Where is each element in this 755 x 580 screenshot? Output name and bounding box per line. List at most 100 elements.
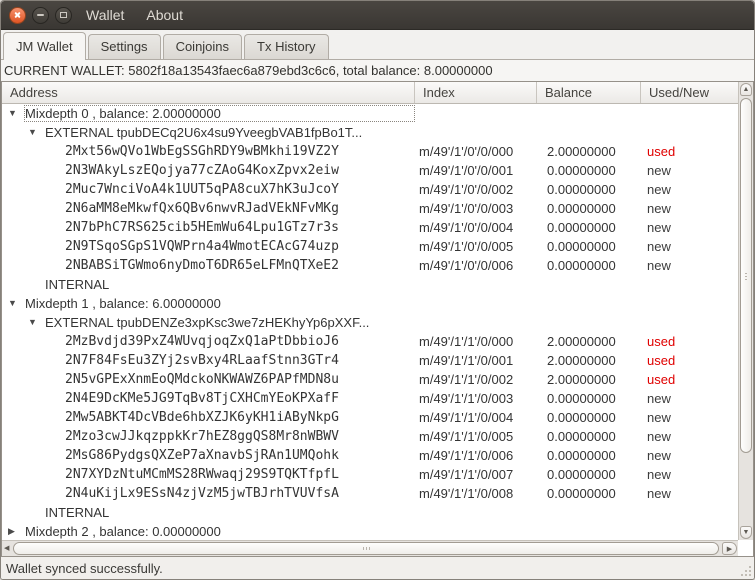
address-text: 2MzBvdjd39PxZ4WUvqjoqZxQ1aPtDbbioJ6 bbox=[65, 334, 339, 349]
vertical-scrollbar-thumb[interactable] bbox=[740, 98, 752, 453]
tree-row[interactable]: 2N7bPhC7RS625cib5HEmWu64Lpu1GTz7r3s m/49'… bbox=[2, 218, 738, 237]
expand-arrow-icon[interactable]: ▼ bbox=[7, 295, 24, 312]
address-text: 2Mw5ABKT4DcVBde6hbXZJK6yKH1iAByNkpG bbox=[65, 410, 339, 425]
tree-row[interactable]: 2Mzo3cwJJkqzppkKr7hEZ8ggQS8Mr8nWBWV m/49'… bbox=[2, 427, 738, 446]
address-cell: 2N7XYDzNtuMCmMS28RWwaqj29S9TQKTfpfL bbox=[2, 466, 415, 483]
address-cell: 2N7F84FsEu3ZYj2svBxy4RLaafStnn3GTr4 bbox=[2, 352, 415, 369]
column-header-used-new[interactable]: Used/New bbox=[641, 82, 753, 103]
tab-settings[interactable]: Settings bbox=[87, 34, 161, 59]
tree-row[interactable]: 2Mw5ABKT4DcVBde6hbXZJK6yKH1iAByNkpG m/49'… bbox=[2, 408, 738, 427]
used-new-cell: new bbox=[647, 429, 671, 444]
tab-bar: JM Wallet Settings Coinjoins Tx History bbox=[1, 30, 754, 60]
balance-cell: 2.00000000 bbox=[547, 372, 616, 387]
tree-row[interactable]: 2N3WAkyLszEQojya77cZAoG4KoxZpvx2eiw m/49'… bbox=[2, 161, 738, 180]
scroll-left-icon[interactable]: ◀ bbox=[4, 543, 9, 554]
tree-row[interactable]: 2N5vGPExXnmEoQMdckoNKWAWZ6PAPfMDN8u m/49'… bbox=[2, 370, 738, 389]
tree-row[interactable]: ▼ EXTERNAL tpubDECq2U6x4su9YveegbVAB1fpBo… bbox=[2, 123, 738, 142]
column-header-balance[interactable]: Balance bbox=[537, 82, 641, 103]
vertical-scrollbar[interactable]: ▲ ▼ bbox=[738, 82, 753, 540]
row-label: EXTERNAL tpubDECq2U6x4su9YveegbVAB1fpBo1… bbox=[45, 125, 363, 140]
tab-jm-wallet[interactable]: JM Wallet bbox=[3, 32, 86, 60]
address-cell: 2Mzo3cwJJkqzppkKr7hEZ8ggQS8Mr8nWBWV bbox=[2, 428, 415, 445]
tree-row[interactable]: 2Muc7WnciVoA4k1UUT5qPA8cuX7hK3uJcoY m/49'… bbox=[2, 180, 738, 199]
address-text: 2NBABSiTGWmo6nyDmoT6DR65eLFMnQTXeE2 bbox=[65, 258, 339, 273]
tree-row[interactable]: ▶ Mixdepth 2 , balance: 0.00000000 bbox=[2, 522, 738, 540]
index-cell: m/49'/1'/0'/0/006 bbox=[419, 258, 514, 273]
expand-arrow-icon[interactable]: ▼ bbox=[27, 124, 44, 141]
row-label: Mixdepth 1 , balance: 6.00000000 bbox=[25, 296, 221, 311]
balance-cell: 2.00000000 bbox=[547, 144, 616, 159]
row-label: EXTERNAL tpubDENZe3xpKsc3we7zHEKhyYp6pXX… bbox=[45, 315, 370, 330]
index-cell: m/49'/1'/1'/0/004 bbox=[419, 410, 514, 425]
tree-row[interactable]: 2N6aMM8eMkwfQx6QBv6nwvRJadVEkNFvMKg m/49'… bbox=[2, 199, 738, 218]
used-new-cell: new bbox=[647, 258, 671, 273]
tree-row[interactable]: 2N4uKijLx9ESsN4zjVzM5jwTBJrhTVUVfsA m/49'… bbox=[2, 484, 738, 503]
minimize-icon[interactable] bbox=[32, 6, 49, 24]
tree-row[interactable]: 2Mxt56wQVo1WbEgSSGhRDY9wBMkhi19VZ2Y m/49'… bbox=[2, 142, 738, 161]
expand-arrow-icon[interactable]: ▼ bbox=[7, 105, 24, 122]
address-cell: 2NBABSiTGWmo6nyDmoT6DR65eLFMnQTXeE2 bbox=[2, 257, 415, 274]
tree-row[interactable]: INTERNAL bbox=[2, 503, 738, 522]
column-header-index[interactable]: Index bbox=[415, 82, 537, 103]
address-cell: ▼ EXTERNAL tpubDECq2U6x4su9YveegbVAB1fpBo… bbox=[2, 124, 415, 141]
horizontal-scrollbar[interactable]: ◀ ▶ bbox=[2, 540, 738, 556]
address-cell: 2N3WAkyLszEQojya77cZAoG4KoxZpvx2eiw bbox=[2, 162, 415, 179]
address-cell: 2Mxt56wQVo1WbEgSSGhRDY9wBMkhi19VZ2Y bbox=[2, 143, 415, 160]
balance-cell: 2.00000000 bbox=[547, 353, 616, 368]
balance-cell: 2.00000000 bbox=[547, 334, 616, 349]
balance-cell: 0.00000000 bbox=[547, 410, 616, 425]
balance-cell: 0.00000000 bbox=[547, 201, 616, 216]
tree-row[interactable]: 2NBABSiTGWmo6nyDmoT6DR65eLFMnQTXeE2 m/49'… bbox=[2, 256, 738, 275]
tree-row[interactable]: ▼ Mixdepth 1 , balance: 6.00000000 bbox=[2, 294, 738, 313]
balance-cell: 0.00000000 bbox=[547, 258, 616, 273]
titlebar: Wallet About bbox=[1, 1, 754, 30]
maximize-icon[interactable] bbox=[55, 6, 72, 24]
tree-row[interactable]: INTERNAL bbox=[2, 275, 738, 294]
used-new-cell: new bbox=[647, 239, 671, 254]
address-text: 2N7bPhC7RS625cib5HEmWu64Lpu1GTz7r3s bbox=[65, 220, 339, 235]
close-icon[interactable] bbox=[9, 6, 26, 24]
address-text: 2N4uKijLx9ESsN4zjVzM5jwTBJrhTVUVfsA bbox=[65, 486, 339, 501]
address-cell: 2N7bPhC7RS625cib5HEmWu64Lpu1GTz7r3s bbox=[2, 219, 415, 236]
used-new-cell: used bbox=[647, 334, 676, 349]
index-cell: m/49'/1'/1'/0/008 bbox=[419, 486, 514, 501]
horizontal-scrollbar-thumb[interactable] bbox=[13, 542, 719, 555]
used-new-cell: new bbox=[647, 486, 671, 501]
address-cell: 2N4E9DcKMe5JG9TqBv8TjCXHCmYEoKPXafF bbox=[2, 390, 415, 407]
tree-row[interactable]: 2N4E9DcKMe5JG9TqBv8TjCXHCmYEoKPXafF m/49'… bbox=[2, 389, 738, 408]
address-text: 2N6aMM8eMkwfQx6QBv6nwvRJadVEkNFvMKg bbox=[65, 201, 339, 216]
status-message: Wallet synced successfully. bbox=[6, 560, 163, 576]
tab-coinjoins[interactable]: Coinjoins bbox=[162, 34, 243, 59]
row-label: INTERNAL bbox=[45, 505, 110, 520]
tree-row[interactable]: 2N9TSqoSGpS1VQWPrn4a4WmotECAcG74uzp m/49'… bbox=[2, 237, 738, 256]
menu-wallet[interactable]: Wallet bbox=[78, 4, 132, 26]
column-header-address[interactable]: Address bbox=[2, 82, 415, 103]
balance-cell: 0.00000000 bbox=[547, 391, 616, 406]
tree-row[interactable]: ▼ Mixdepth 0 , balance: 2.00000000 bbox=[2, 104, 738, 123]
index-cell: m/49'/1'/0'/0/002 bbox=[419, 182, 514, 197]
collapse-arrow-icon[interactable]: ▶ bbox=[7, 523, 24, 540]
scroll-right-icon[interactable]: ▶ bbox=[722, 542, 737, 555]
current-wallet-summary: CURRENT WALLET: 5802f18a13543faec6a879eb… bbox=[4, 63, 493, 78]
tree-row[interactable]: 2MzBvdjd39PxZ4WUvqjoqZxQ1aPtDbbioJ6 m/49'… bbox=[2, 332, 738, 351]
tree-row[interactable]: 2MsG86PydgsQXZeP7aXnavbSjRAn1UMQohk m/49'… bbox=[2, 446, 738, 465]
index-cell: m/49'/1'/1'/0/007 bbox=[419, 467, 514, 482]
scroll-down-icon[interactable]: ▼ bbox=[740, 526, 752, 539]
menu-about[interactable]: About bbox=[138, 4, 191, 26]
address-cell: 2N6aMM8eMkwfQx6QBv6nwvRJadVEkNFvMKg bbox=[2, 200, 415, 217]
tree-row[interactable]: 2N7F84FsEu3ZYj2svBxy4RLaafStnn3GTr4 m/49'… bbox=[2, 351, 738, 370]
tab-tx-history[interactable]: Tx History bbox=[244, 34, 329, 59]
expand-arrow-icon[interactable]: ▼ bbox=[27, 314, 44, 331]
address-text: 2Mzo3cwJJkqzppkKr7hEZ8ggQS8Mr8nWBWV bbox=[65, 429, 339, 444]
address-text: 2Muc7WnciVoA4k1UUT5qPA8cuX7hK3uJcoY bbox=[65, 182, 339, 197]
tree-row[interactable]: 2N7XYDzNtuMCmMS28RWwaqj29S9TQKTfpfL m/49'… bbox=[2, 465, 738, 484]
address-cell: ▼ Mixdepth 0 , balance: 2.00000000 bbox=[2, 105, 415, 122]
resize-grip[interactable] bbox=[741, 566, 751, 576]
index-cell: m/49'/1'/1'/0/006 bbox=[419, 448, 514, 463]
balance-cell: 0.00000000 bbox=[547, 163, 616, 178]
address-cell: ▼ EXTERNAL tpubDENZe3xpKsc3we7zHEKhyYp6pX… bbox=[2, 314, 415, 331]
scroll-up-icon[interactable]: ▲ bbox=[740, 83, 752, 96]
address-text: 2MsG86PydgsQXZeP7aXnavbSjRAn1UMQohk bbox=[65, 448, 339, 463]
tree-row[interactable]: ▼ EXTERNAL tpubDENZe3xpKsc3we7zHEKhyYp6pX… bbox=[2, 313, 738, 332]
index-cell: m/49'/1'/1'/0/001 bbox=[419, 353, 514, 368]
